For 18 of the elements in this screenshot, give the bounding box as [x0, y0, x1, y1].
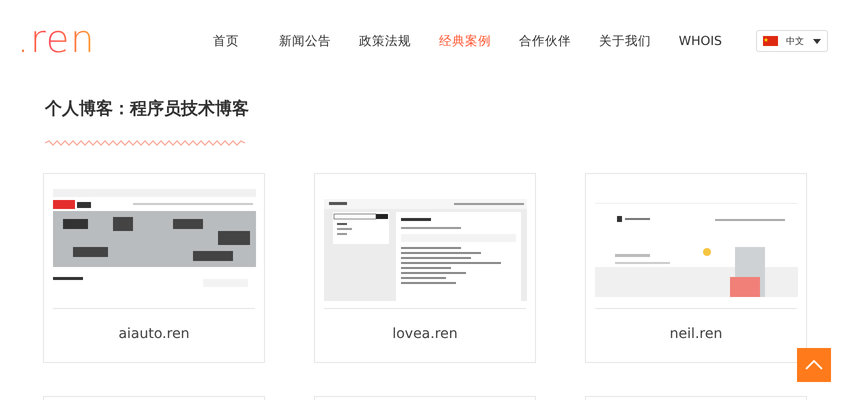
- case-card[interactable]: neil.ren: [585, 173, 807, 363]
- nav-link[interactable]: 新闻公告: [264, 32, 345, 50]
- language-select[interactable]: 中文: [756, 30, 828, 52]
- back-to-top-button[interactable]: [797, 348, 831, 382]
- section-title: 个人博客：程序员技术博客: [45, 98, 250, 120]
- case-label: lovea.ren: [391, 326, 459, 342]
- flag-icon: [763, 36, 778, 46]
- caret-icon: [813, 38, 821, 44]
- case-label: aiauto.ren: [117, 326, 191, 342]
- nav-link[interactable]: WHOIS: [664, 32, 736, 50]
- case-card[interactable]: aiauto.ren: [43, 173, 265, 363]
- chevron-up-icon: [805, 360, 823, 370]
- case-card[interactable]: lovea.ren: [314, 173, 536, 363]
- nav-link[interactable]: 首页: [198, 32, 265, 50]
- nav-link[interactable]: 合作伙伴: [504, 32, 585, 50]
- nav-link[interactable]: 政策法规: [344, 32, 425, 50]
- nav-link[interactable]: 关于我们: [584, 32, 665, 50]
- case-label: neil.ren: [668, 326, 724, 342]
